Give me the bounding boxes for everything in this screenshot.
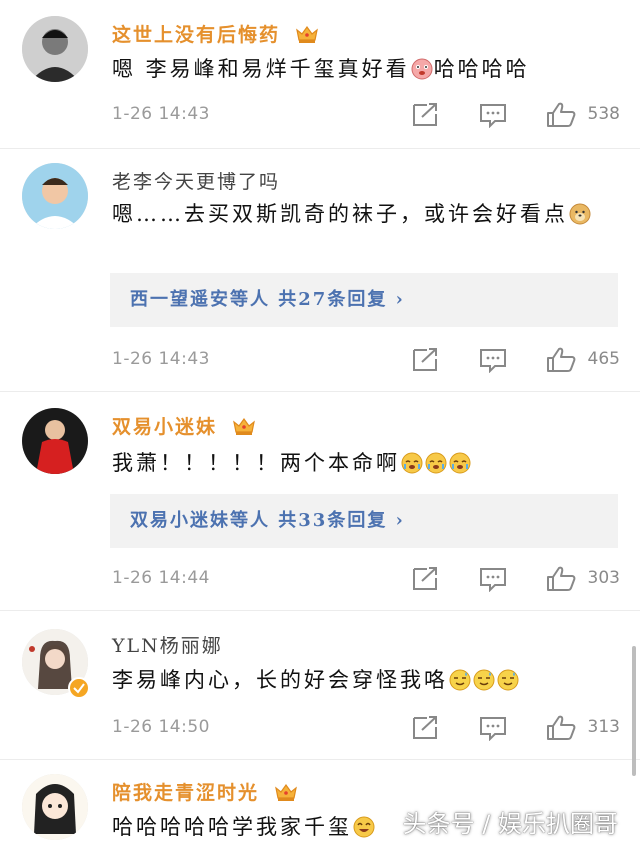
timestamp: 1-26 14:43 [112, 104, 210, 124]
comment-body: 哈哈哈哈哈学我家千玺 [112, 815, 352, 839]
username[interactable]: 老李今天更博了吗 [112, 167, 280, 194]
timestamp: 1-26 14:50 [112, 717, 210, 737]
avatar[interactable] [22, 774, 88, 840]
comment-body: 嗯……去买双斯凯奇的袜子，或许会好看点 [112, 202, 568, 226]
comment-meta: 1-26 14:50 313 [112, 715, 620, 743]
timestamp: 1-26 14:44 [112, 568, 210, 588]
comment-text: 嗯 李易峰和易烊千玺真好看 哈哈哈哈 [112, 52, 622, 86]
watermark: 头条号 / 娱乐扒圈哥 [402, 810, 618, 838]
like-count[interactable]: 465 [588, 349, 620, 369]
username[interactable]: 双易小迷妹 [112, 412, 256, 439]
like-count[interactable]: 313 [588, 717, 620, 737]
share-icon[interactable] [410, 566, 440, 592]
comment-icon[interactable] [478, 102, 508, 128]
comment-text: 我萧！！！！！两个本命啊 [112, 446, 622, 480]
crown-icon [232, 416, 256, 436]
sweat-emoji-icon [497, 669, 519, 691]
timestamp: 1-26 14:43 [112, 349, 210, 369]
comment-meta: 1-26 14:43 538 [112, 102, 620, 130]
comment-body: 嗯 李易峰和易烊千玺真好看 [112, 57, 410, 81]
comment-icon[interactable] [478, 347, 508, 373]
username[interactable]: YLN杨丽娜 [112, 631, 223, 658]
username[interactable]: 这世上没有后悔药 [112, 20, 319, 47]
crown-icon [274, 782, 298, 802]
username[interactable]: 陪我走青涩时光 [112, 778, 298, 805]
comment-item: 老李今天更博了吗 嗯……去买双斯凯奇的袜子，或许会好看点 西一望遥安等人 共27… [0, 149, 640, 392]
thumbs-up-icon[interactable] [546, 347, 576, 373]
crown-icon [295, 24, 319, 44]
like-count[interactable]: 303 [588, 568, 620, 588]
username-text: 老李今天更博了吗 [112, 171, 281, 193]
username-text: 双易小迷妹 [112, 416, 218, 438]
sweat-emoji-icon [473, 669, 495, 691]
thumbs-up-icon[interactable] [546, 102, 576, 128]
username-text: 陪我走青涩时光 [112, 782, 260, 804]
avatar[interactable] [22, 16, 88, 82]
comment-icon[interactable] [478, 566, 508, 592]
replies-link[interactable]: 西一望遥安等人 共27条回复 › [110, 273, 618, 327]
comment-icon[interactable] [478, 715, 508, 741]
cry-emoji-icon [425, 452, 447, 474]
username-text: YLN杨丽娜 [112, 635, 223, 657]
comment-text: 嗯……去买双斯凯奇的袜子，或许会好看点 [112, 197, 622, 231]
comment-meta: 1-26 14:43 465 [112, 347, 620, 375]
comment-text: 李易峰内心，长的好会穿怪我咯 [112, 663, 622, 697]
replies-link[interactable]: 双易小迷妹等人 共33条回复 › [110, 494, 618, 548]
doge-emoji-icon [569, 203, 591, 225]
comment-body: 我萧！！！！！两个本命啊 [112, 451, 400, 475]
like-count[interactable]: 538 [588, 104, 620, 124]
verified-badge-icon [68, 677, 90, 699]
thumbs-up-icon[interactable] [546, 566, 576, 592]
comment-item: 这世上没有后悔药 嗯 李易峰和易烊千玺真好看 哈哈哈哈 1-26 14:43 53… [0, 0, 640, 149]
blush-emoji-icon [411, 58, 433, 80]
share-icon[interactable] [410, 102, 440, 128]
cry-emoji-icon [401, 452, 423, 474]
comment-body: 李易峰内心，长的好会穿怪我咯 [112, 668, 448, 692]
thumbs-up-icon[interactable] [546, 715, 576, 741]
share-icon[interactable] [410, 715, 440, 741]
comment-body-suffix: 哈哈哈哈 [433, 57, 530, 81]
cry-emoji-icon [449, 452, 471, 474]
comment-item: 双易小迷妹 我萧！！！！！两个本命啊 双易小迷妹等人 共33条回复 › 1-26… [0, 392, 640, 611]
avatar[interactable] [22, 163, 88, 229]
sweat-emoji-icon [449, 669, 471, 691]
laugh-emoji-icon [353, 816, 375, 838]
username-text: 这世上没有后悔药 [112, 24, 281, 46]
share-icon[interactable] [410, 347, 440, 373]
comment-meta: 1-26 14:44 303 [112, 566, 620, 594]
scrollbar[interactable] [632, 646, 636, 776]
comment-item: YLN杨丽娜 李易峰内心，长的好会穿怪我咯 1-26 14:50 313 [0, 611, 640, 760]
avatar[interactable] [22, 408, 88, 474]
